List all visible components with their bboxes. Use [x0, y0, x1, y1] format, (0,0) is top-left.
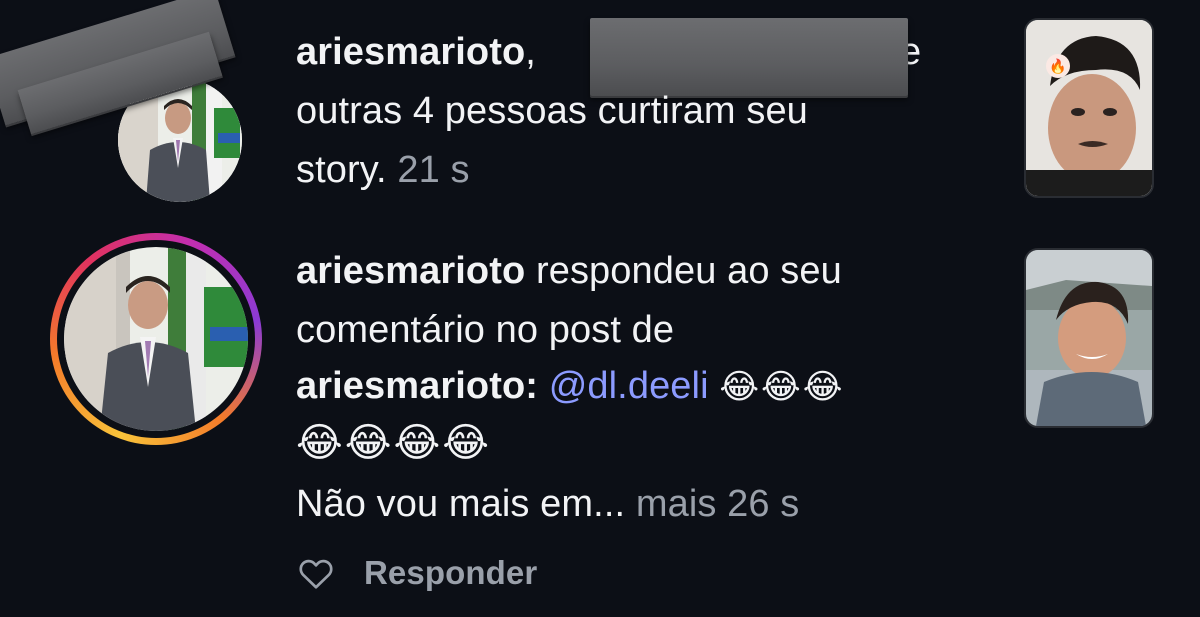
action-text: respondeu ao seu [535, 250, 842, 292]
mention-link[interactable]: @dl.deeli [549, 365, 709, 407]
notification-line-2: comentário no post de [296, 309, 675, 351]
timestamp: 26 s [727, 483, 800, 525]
notification-line-1: ariesmarioto, [296, 29, 536, 75]
notification-line-3: story. 21 s [296, 147, 470, 193]
comma: , [525, 31, 536, 73]
avatar-photo [64, 247, 248, 431]
more-link[interactable]: mais [636, 483, 717, 525]
story-text: story. [296, 149, 387, 191]
story-thumbnail[interactable]: 🔥 [1024, 18, 1154, 198]
comment-preview: Não vou mais em... [296, 483, 626, 525]
fire-icon: 🔥 [1046, 54, 1070, 78]
notification-line-4-emoji: 😂😂😂😂 [296, 421, 491, 465]
post-thumbnail[interactable] [1024, 248, 1154, 428]
notifications-screen: ariesmarioto, e outras 4 pessoas curtira… [0, 0, 1200, 617]
post-thumbnail-photo [1026, 250, 1152, 426]
timestamp: 21 s [397, 149, 470, 191]
emoji-laughing: 😂😂😂 [719, 368, 845, 406]
heart-outline-icon[interactable] [298, 556, 334, 590]
redaction-overlay [590, 18, 908, 96]
reply-button[interactable]: Responder [364, 550, 537, 596]
notification-line-1: ariesmarioto respondeu ao seu [296, 248, 842, 294]
user-avatar[interactable] [64, 247, 248, 431]
notification-line-2: outras 4 pessoas curtiram seu [296, 90, 808, 132]
post-author-username[interactable]: ariesmarioto: [296, 365, 538, 407]
notification-line-5: Não vou mais em... mais 26 s [296, 481, 799, 527]
username[interactable]: ariesmarioto [296, 250, 525, 292]
story-thumbnail-photo [1026, 20, 1152, 196]
notification-line-3: ariesmarioto: @dl.deeli 😂😂😂 [296, 363, 845, 410]
username[interactable]: ariesmarioto [296, 31, 525, 73]
